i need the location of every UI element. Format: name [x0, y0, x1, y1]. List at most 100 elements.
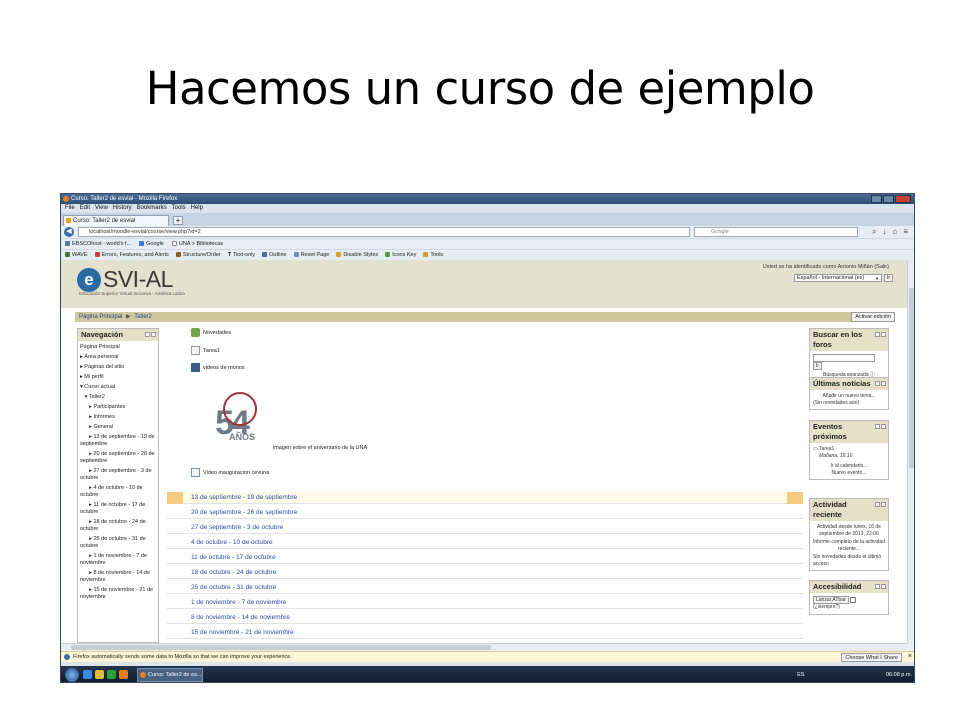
week-section-link[interactable]: 18 de octubre - 24 de octubre	[167, 567, 803, 579]
forum-search-input[interactable]	[813, 354, 875, 362]
new-tab-button[interactable]: +	[173, 216, 183, 225]
wave-icons-key[interactable]: Icons Key	[385, 250, 416, 260]
tab-course[interactable]: Curso: Taller2 de esvial	[63, 215, 169, 226]
full-report-link[interactable]: Informe completo de la actividad recient…	[813, 539, 885, 552]
sidebar-item[interactable]: ▸ Páginas del sitio	[80, 364, 156, 371]
sidebar-item[interactable]: ▸ 18 de octubre - 24 de octubre	[80, 519, 156, 533]
collapse-icon[interactable]	[875, 502, 880, 507]
collapse-icon[interactable]	[875, 424, 880, 429]
url-bar[interactable]: localhost/moodle-esvial/course/view.php?…	[78, 227, 690, 237]
search-input[interactable]: Google	[694, 227, 858, 237]
horizontal-scrollbar[interactable]	[61, 643, 907, 651]
sidebar-item[interactable]: ▸ Participantes	[80, 404, 156, 411]
sidebar-item[interactable]: ▸ 13 de septiembre - 19 de septiembre	[80, 434, 156, 448]
wave-outline[interactable]: Outline	[262, 250, 287, 260]
menu-help[interactable]: Help	[191, 204, 203, 213]
week-section-link[interactable]: 20 de septiembre - 26 de septiembre	[167, 507, 803, 519]
collapse-icon[interactable]	[875, 381, 880, 386]
collapse-icon[interactable]	[875, 332, 880, 337]
minimize-button[interactable]	[871, 195, 882, 203]
bookmark-una[interactable]: UNA > Bibliotecas	[171, 239, 223, 249]
dock-icon[interactable]	[151, 332, 156, 337]
week-section-link[interactable]: 13 de septiembre - 19 de septiembre	[167, 492, 803, 504]
close-window-button[interactable]	[895, 195, 911, 203]
taskbar-firefox-window[interactable]: Curso: Taller2 de es...	[137, 668, 203, 682]
home-icon[interactable]: ⌂	[892, 227, 897, 237]
sidebar-item[interactable]: ▸ Informes	[80, 414, 156, 421]
wave-text-only[interactable]: T Text-only	[228, 250, 255, 260]
sidebar-item[interactable]: ▸ 27 de septiembre - 3 de octubre	[80, 468, 156, 482]
sidebar-item[interactable]: ▾ Taller2	[80, 394, 156, 401]
wave-structure[interactable]: Structure/Order	[175, 250, 221, 260]
wave-tools[interactable]: Tools	[423, 250, 443, 260]
turn-editing-on-button[interactable]: Activar edición	[851, 312, 895, 322]
sidebar-item[interactable]: ▸ 15 de noviembre - 21 de noviembre	[80, 587, 156, 601]
week-section-link[interactable]: 15 de noviembre - 21 de noviembre	[167, 627, 803, 639]
resource-videos[interactable]: videos de monos	[191, 363, 245, 372]
menu-history[interactable]: History	[113, 204, 132, 213]
week-section-link[interactable]: 11 de octubre - 17 de octubre	[167, 552, 803, 564]
menu-view[interactable]: View	[95, 204, 108, 213]
bookmark-google[interactable]: Google	[139, 239, 164, 249]
dock-icon[interactable]	[881, 332, 886, 337]
language-select[interactable]: Español - Internacional (es)	[794, 274, 882, 282]
wave-reset[interactable]: Reset Page	[293, 250, 329, 260]
dock-icon[interactable]	[881, 424, 886, 429]
vertical-scrollbar[interactable]	[907, 260, 914, 643]
sidebar-item[interactable]: ▸ 25 de octubre - 31 de octubre	[80, 536, 156, 550]
menu-file[interactable]: File	[65, 204, 75, 213]
new-event-link[interactable]: Nuevo evento...	[813, 470, 885, 477]
download-icon[interactable]: ↓	[882, 227, 886, 237]
bookmark-ebsco[interactable]: EBSCOhost - world's f...	[65, 239, 131, 249]
resource-video-inauguracion[interactable]: Video inauguracion cevuna	[191, 468, 269, 477]
breadcrumb-home[interactable]: Página Principal	[79, 314, 122, 320]
firefox-icon[interactable]	[119, 670, 128, 679]
wave-disable-styles[interactable]: Disable Styles	[336, 250, 378, 260]
resource-tarea1[interactable]: Tarea1	[191, 346, 220, 355]
sidebar-item[interactable]: Página Principal	[80, 344, 156, 351]
collapse-icon[interactable]	[145, 332, 150, 337]
dock-icon[interactable]	[881, 502, 886, 507]
dock-icon[interactable]	[881, 381, 886, 386]
always-checkbox[interactable]	[850, 597, 857, 603]
close-icon[interactable]: ×	[908, 652, 912, 662]
wave-menu[interactable]: WAVE	[65, 250, 88, 260]
sidebar-item[interactable]: ▸ 1 de noviembre - 7 de noviembre	[80, 553, 156, 567]
system-tray[interactable]: ES 06:08 p.m.	[797, 666, 912, 682]
collapse-icon[interactable]	[875, 584, 880, 589]
choose-what-i-share-button[interactable]: Choose What I Share	[841, 653, 902, 662]
start-button[interactable]	[65, 668, 79, 682]
menu-icon[interactable]: ≡	[903, 227, 908, 237]
week-section-link[interactable]: 4 de octubre - 10 de octubre	[167, 537, 803, 549]
explorer-icon[interactable]	[95, 670, 104, 679]
maximize-button[interactable]	[883, 195, 894, 203]
ie-icon[interactable]	[83, 670, 92, 679]
scroll-thumb[interactable]	[71, 645, 491, 650]
sidebar-item[interactable]: ▸ 11 de octubre - 17 de octubre	[80, 502, 156, 516]
back-arrow-icon[interactable]: ◀	[64, 227, 74, 237]
add-topic-link[interactable]: Añadir un nuevo tema...	[813, 393, 885, 400]
media-icon[interactable]	[107, 670, 116, 679]
sidebar-item[interactable]: ▸ 8 de noviembre - 14 de noviembre	[80, 570, 156, 584]
week-section-link[interactable]: 25 de octubre - 31 de octubre	[167, 582, 803, 594]
sidebar-item[interactable]: ▸ 4 de octubre - 10 de octubre	[80, 485, 156, 499]
login-info[interactable]: Usted se ha identificado como Antonio Mi…	[763, 264, 889, 270]
menu-tools[interactable]: Tools	[172, 204, 186, 213]
week-section-link[interactable]: 27 de septiembre - 3 de octubre	[167, 522, 803, 534]
dock-icon[interactable]	[881, 584, 886, 589]
sidebar-item[interactable]: ▸ 20 de septiembre - 26 de septiembre	[80, 451, 156, 465]
resource-novedades[interactable]: Novedades	[191, 328, 231, 337]
search-icon[interactable]: ⌕	[872, 227, 876, 237]
language-go-button[interactable]: Ir	[884, 274, 893, 282]
week-section-link[interactable]: 8 de noviembre - 14 de noviembre	[167, 612, 803, 624]
sidebar-item[interactable]: ▾ Curso actual	[80, 384, 156, 391]
sidebar-item[interactable]: ▸ Área personal	[80, 354, 156, 361]
launch-atbar-button[interactable]: Lanzar ATbar	[813, 596, 849, 604]
scroll-thumb[interactable]	[909, 288, 914, 468]
esvial-logo[interactable]: e SVI-AL	[77, 266, 173, 293]
breadcrumb-course[interactable]: Taller2	[134, 314, 152, 320]
week-section-link[interactable]: 1 de noviembre - 7 de noviembre	[167, 597, 803, 609]
wave-errors[interactable]: Errors, Features, and Alerts	[94, 250, 169, 260]
sidebar-item[interactable]: ▸ Mi perfil	[80, 374, 156, 381]
menu-edit[interactable]: Edit	[80, 204, 90, 213]
